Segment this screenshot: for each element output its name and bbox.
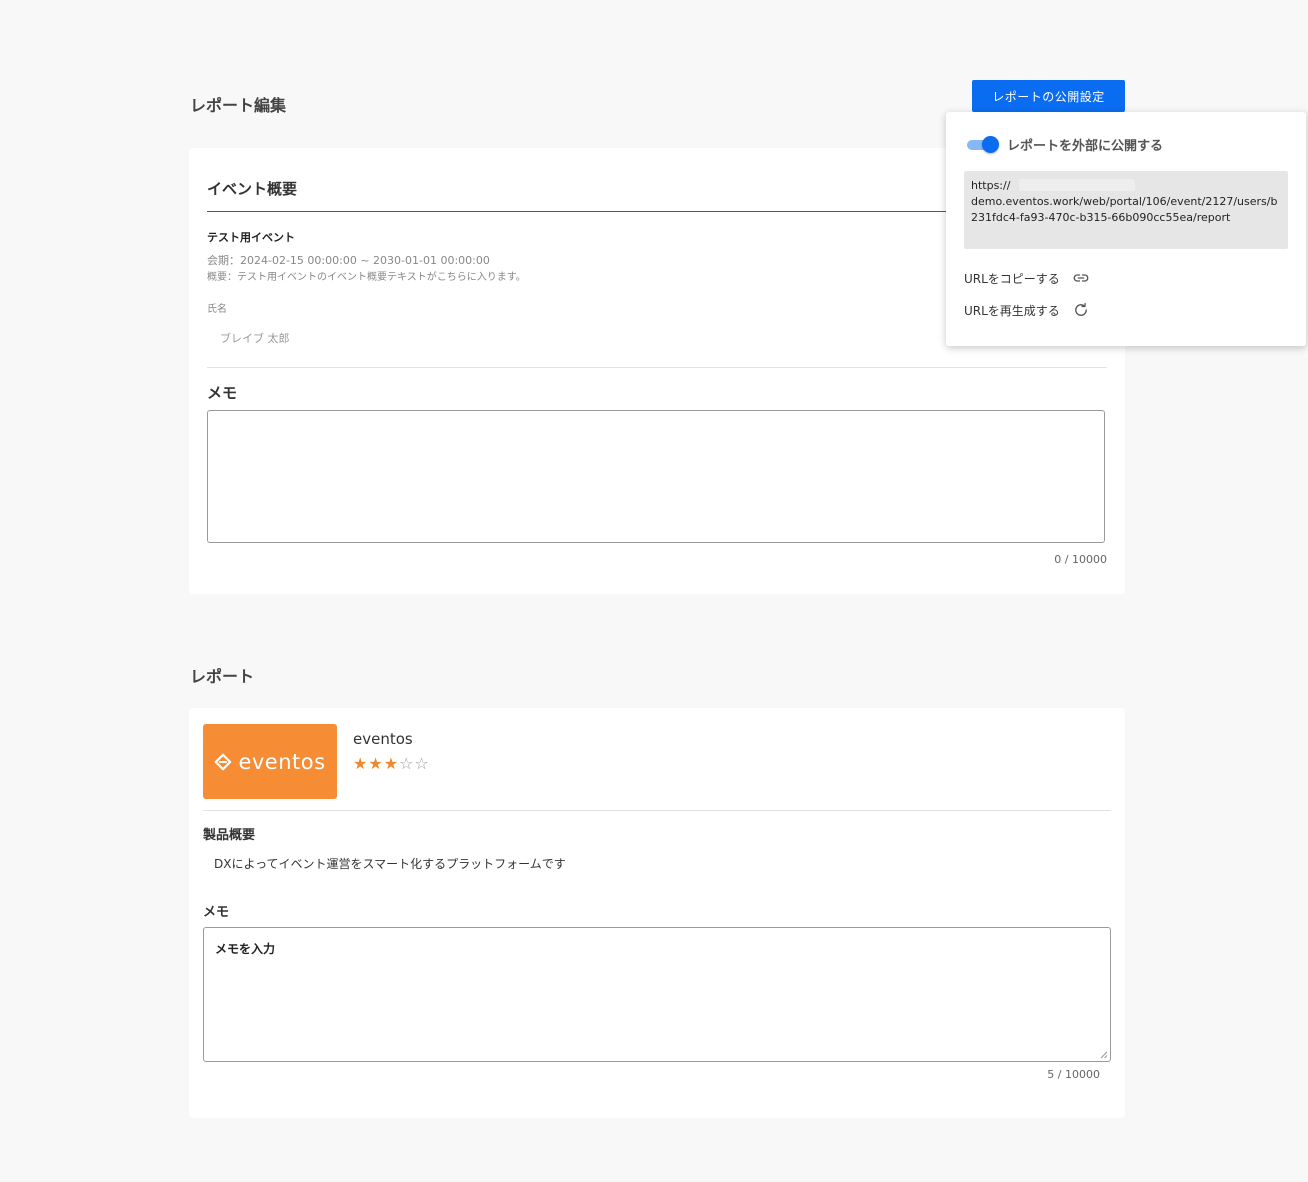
url-line-1: https://	[971, 179, 1011, 192]
toggle-knob[interactable]	[982, 136, 999, 153]
product-overview-text: DXによってイベント運営をスマート化するプラットフォームです	[214, 857, 566, 871]
event-overview-heading: イベント概要	[207, 180, 298, 198]
event-summary: 概要：テスト用イベントのイベント概要テキストがこちらに入ります。	[207, 272, 526, 283]
product-name: eventos	[353, 730, 413, 748]
product-overview-label: 製品概要	[203, 828, 256, 843]
public-url-box: https:// demo.eventos.work/web/portal/106…	[964, 171, 1288, 249]
report-memo-label: メモ	[203, 905, 230, 920]
publish-settings-button[interactable]: レポートの公開設定	[972, 80, 1125, 112]
url-redaction	[1019, 179, 1135, 191]
report-divider	[203, 810, 1111, 811]
url-line-2: demo.eventos.work/web/portal/106/event/2…	[971, 195, 1278, 224]
resize-handle-icon[interactable]	[1100, 1051, 1108, 1059]
refresh-icon[interactable]	[1072, 301, 1090, 319]
copy-url-label[interactable]: URLをコピーする	[964, 270, 1060, 287]
report-card: eventos eventos ★★★☆☆ 製品概要 DXによってイベント運営を…	[189, 708, 1125, 1118]
report-memo-counter: 5 / 10000	[1047, 1068, 1100, 1081]
name-label: 氏名	[207, 304, 227, 315]
page-title: レポート編集	[190, 96, 287, 115]
star-filled-icons[interactable]: ★★★	[353, 754, 399, 773]
publish-toggle-label: レポートを外部に公開する	[1007, 139, 1164, 154]
regenerate-url-label[interactable]: URLを再生成する	[964, 302, 1060, 319]
event-memo-textarea[interactable]	[207, 410, 1105, 543]
logo-text: eventos	[238, 749, 326, 774]
report-memo-textarea[interactable]: メモを入力	[203, 927, 1111, 1062]
star-rating[interactable]: ★★★☆☆	[353, 754, 430, 773]
copy-url-button[interactable]: URLをコピーする	[964, 269, 1090, 287]
report-section-title: レポート	[190, 667, 255, 686]
publish-settings-popover: レポートを外部に公開する https:// demo.eventos.work/w…	[946, 112, 1306, 346]
section-divider	[207, 367, 1107, 368]
publish-toggle[interactable]	[964, 136, 1000, 153]
product-logo: eventos	[203, 724, 337, 799]
name-value: ブレイブ 太郎	[220, 332, 290, 345]
event-memo-counter: 0 / 10000	[1054, 553, 1107, 566]
link-icon[interactable]	[1072, 269, 1090, 287]
event-name: テスト用イベント	[207, 231, 295, 244]
event-memo-label: メモ	[207, 384, 238, 402]
report-memo-value[interactable]: メモを入力	[215, 940, 275, 957]
regenerate-url-button[interactable]: URLを再生成する	[964, 301, 1090, 319]
eventos-logo-icon	[215, 753, 232, 770]
event-period: 会期：2024-02-15 00:00:00 ~ 2030-01-01 00:0…	[207, 254, 490, 267]
star-empty-icons[interactable]: ☆☆	[399, 754, 430, 773]
